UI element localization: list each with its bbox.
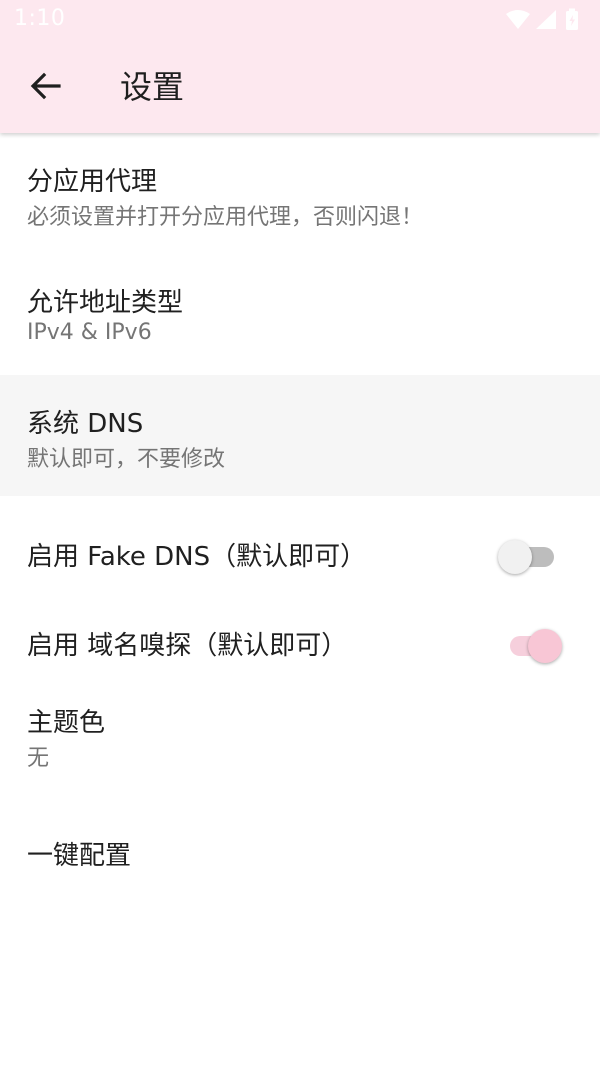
settings-list: 分应用代理 必须设置并打开分应用代理，否则闪退！ 允许地址类型 IPv4 & I… bbox=[0, 133, 600, 884]
signal-icon bbox=[536, 10, 556, 29]
setting-domain-sniffing[interactable]: 启用 域名嗅探（默认即可） bbox=[0, 585, 600, 674]
setting-one-click-config[interactable]: 一键配置 bbox=[0, 795, 600, 884]
setting-title: 分应用代理 bbox=[27, 167, 158, 197]
app-bar: 1:10 设置 bbox=[0, 0, 600, 133]
setting-subtitle: 默认即可，不要修改 bbox=[27, 447, 226, 472]
setting-subtitle: 无 bbox=[27, 746, 50, 771]
wifi-icon bbox=[506, 10, 530, 29]
battery-icon bbox=[566, 8, 578, 30]
switch-thumb bbox=[498, 540, 532, 574]
setting-theme-color[interactable]: 主题色 无 bbox=[0, 674, 600, 795]
setting-title: 一键配置 bbox=[27, 841, 132, 871]
setting-title: 系统 DNS bbox=[27, 409, 144, 439]
page-title: 设置 bbox=[120, 68, 185, 106]
status-icons bbox=[504, 8, 584, 32]
setting-title: 主题色 bbox=[27, 708, 106, 738]
setting-system-dns[interactable]: 系统 DNS 默认即可，不要修改 bbox=[0, 375, 600, 496]
setting-per-app-proxy[interactable]: 分应用代理 必须设置并打开分应用代理，否则闪退！ bbox=[0, 133, 600, 254]
setting-fake-dns[interactable]: 启用 Fake DNS（默认即可） bbox=[0, 496, 600, 585]
arrow-back-icon bbox=[30, 72, 61, 100]
back-button[interactable] bbox=[26, 66, 66, 106]
setting-subtitle: 必须设置并打开分应用代理，否则闪退！ bbox=[27, 205, 424, 230]
setting-title: 允许地址类型 bbox=[27, 288, 184, 318]
setting-title: 启用 Fake DNS（默认即可） bbox=[27, 542, 367, 572]
status-time: 1:10 bbox=[14, 6, 66, 31]
setting-subtitle: IPv4 & IPv6 bbox=[27, 320, 152, 345]
domain-sniffing-switch[interactable] bbox=[498, 625, 568, 665]
setting-title: 启用 域名嗅探（默认即可） bbox=[27, 631, 348, 661]
setting-address-type[interactable]: 允许地址类型 IPv4 & IPv6 bbox=[0, 254, 600, 375]
switch-thumb bbox=[528, 629, 562, 663]
fake-dns-switch[interactable] bbox=[498, 536, 568, 576]
status-bar: 1:10 bbox=[0, 0, 600, 40]
